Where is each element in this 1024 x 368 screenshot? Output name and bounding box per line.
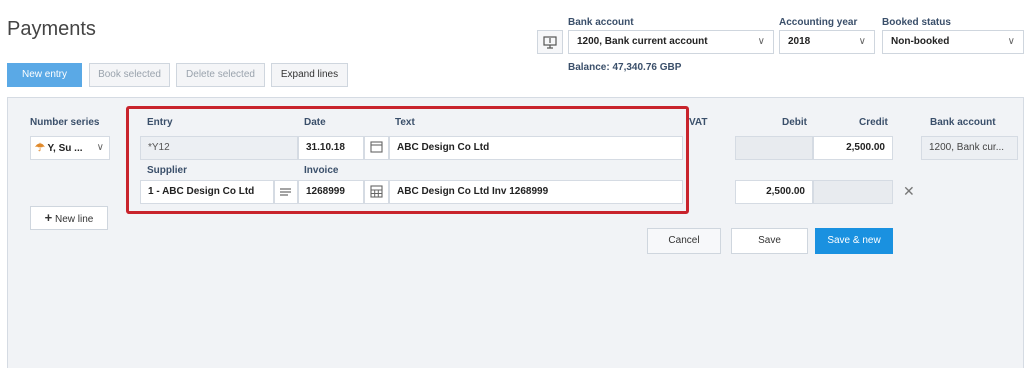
credit-field[interactable]: 2,500.00 <box>813 136 893 160</box>
number-series-select[interactable]: ☂ Y, Su ... ∨ <box>30 136 110 160</box>
number-series-value: Y, Su ... <box>47 143 83 154</box>
bank-account-header: Bank account <box>930 117 996 128</box>
export-button[interactable] <box>537 30 563 54</box>
booked-status-label: Booked status <box>882 17 951 28</box>
bank-account-select[interactable]: 1200, Bank current account ∨ <box>568 30 774 54</box>
close-icon[interactable]: ✕ <box>903 183 915 200</box>
bank-account-field[interactable]: 1200, Bank cur... <box>921 136 1018 160</box>
expand-lines-button[interactable]: Expand lines <box>271 63 348 87</box>
book-selected-button[interactable]: Book selected <box>89 63 170 87</box>
page-title: Payments <box>7 18 96 40</box>
series-icon: ☂ <box>35 142 45 154</box>
number-series-header: Number series <box>30 117 100 128</box>
debit-field[interactable]: 2,500.00 <box>735 180 813 204</box>
booked-status-value: Non-booked <box>891 36 950 47</box>
save-and-new-button[interactable]: Save & new <box>815 228 893 254</box>
bank-account-value: 1200, Bank current account <box>577 36 708 47</box>
delete-selected-button[interactable]: Delete selected <box>176 63 265 87</box>
new-line-label: New line <box>55 214 94 225</box>
debit-header: Debit <box>782 117 807 128</box>
accounting-year-select[interactable]: 2018 ∨ <box>779 30 875 54</box>
save-button[interactable]: Save <box>731 228 808 254</box>
vat-header: VAT <box>689 117 708 128</box>
plus-icon: + <box>44 210 53 225</box>
monitor-icon <box>543 36 557 49</box>
chevron-down-icon: ∨ <box>96 142 104 153</box>
booked-status-select[interactable]: Non-booked ∨ <box>882 30 1024 54</box>
cancel-button[interactable]: Cancel <box>647 228 721 254</box>
chevron-down-icon: ∨ <box>858 36 866 47</box>
highlight-box <box>126 106 689 214</box>
chevron-down-icon: ∨ <box>757 36 765 47</box>
new-line-button[interactable]: + New line <box>30 206 108 230</box>
bank-account-label: Bank account <box>568 17 634 28</box>
new-entry-button[interactable]: New entry <box>7 63 82 87</box>
credit-header: Credit <box>859 117 888 128</box>
chevron-down-icon: ∨ <box>1007 36 1015 47</box>
accounting-year-label: Accounting year <box>779 17 858 28</box>
debit-field-row1[interactable] <box>735 136 813 160</box>
credit-field-row2[interactable] <box>813 180 893 204</box>
accounting-year-value: 2018 <box>788 36 811 47</box>
balance-text: Balance: 47,340.76 GBP <box>568 62 682 73</box>
